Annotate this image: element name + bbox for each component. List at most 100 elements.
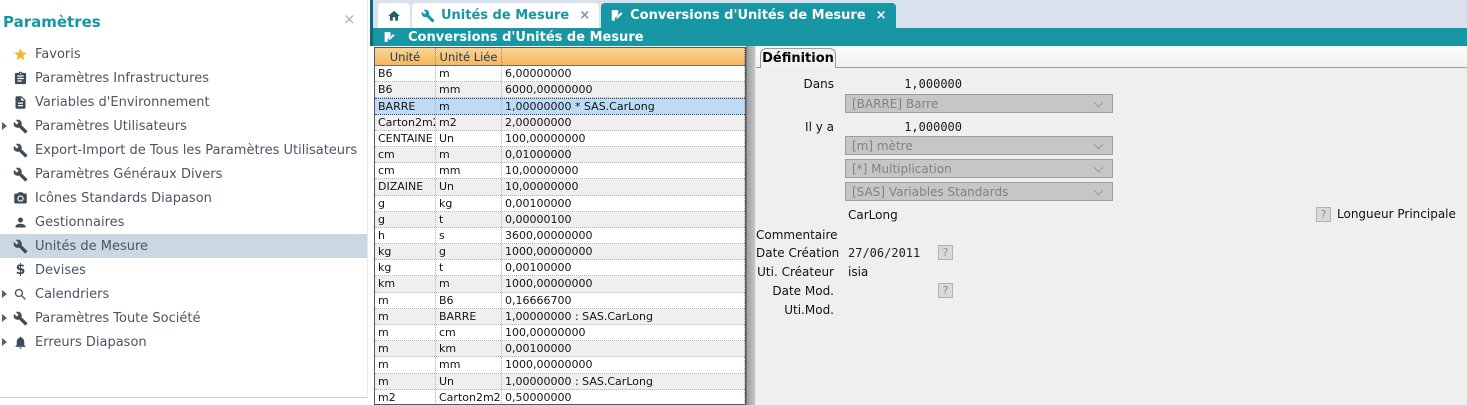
tab-unit-s-de-mesure[interactable]: Unités de Mesure×	[412, 3, 599, 28]
sidebar-item-label: Paramètres Utilisateurs	[35, 119, 187, 134]
table-cell: m	[375, 357, 436, 372]
table-cell: Carton2m2	[375, 115, 436, 130]
star-icon	[13, 47, 28, 62]
table-row[interactable]: mB60,16666700	[375, 293, 745, 309]
definition-tab-strip	[756, 46, 1467, 68]
table-row[interactable]: mcm100,00000000	[375, 325, 745, 341]
home-icon	[387, 9, 401, 23]
panel-splitter[interactable]	[746, 46, 756, 405]
sidebar-item-gestionnaires[interactable]: Gestionnaires	[0, 210, 367, 234]
sidebar-item-param-tres-g-n-raux-divers[interactable]: Paramètres Généraux Divers	[0, 162, 367, 186]
table-row[interactable]: cmmm10,00000000	[375, 163, 745, 179]
table-cell: Un	[436, 179, 502, 194]
table-row[interactable]: hs3600,00000000	[375, 228, 745, 244]
column-header[interactable]: Unité	[375, 48, 436, 65]
table-cell: m	[436, 99, 502, 113]
ilya-label: Il y a	[756, 120, 834, 134]
table-cell: kg	[375, 244, 436, 259]
table-row[interactable]: DIZAINEUn10,00000000	[375, 179, 745, 195]
tab-conversions-d-unit-s-de-mesure[interactable]: Conversions d'Unités de Mesure×	[601, 3, 895, 28]
table-cell: 100,00000000	[502, 325, 745, 340]
sidebar-close-icon[interactable]: ×	[343, 12, 356, 27]
expand-arrow-icon[interactable]	[2, 338, 7, 346]
table-cell: 0,00100000	[502, 260, 745, 275]
table-cell: 1000,00000000	[502, 276, 745, 291]
table-row[interactable]: Carton2m2m22,00000000	[375, 115, 745, 131]
table-cell: B6	[375, 66, 436, 81]
sidebar-item-devises[interactable]: $Devises	[0, 258, 367, 282]
table-row[interactable]: B6m6,00000000	[375, 66, 745, 82]
table-cell: 1,00000000 : SAS.CarLong	[502, 309, 745, 324]
sidebar-item-label: Paramètres Infrastructures	[35, 71, 209, 86]
sidebar-item-label: Unités de Mesure	[35, 239, 148, 254]
tab-home[interactable]	[378, 3, 410, 28]
sidebar-item-variables-d-environnement[interactable]: Variables d'Environnement	[0, 90, 367, 114]
search-icon	[13, 287, 28, 302]
sidebar-item-unit-s-de-mesure[interactable]: Unités de Mesure	[0, 234, 367, 258]
table-cell: mm	[436, 357, 502, 372]
table-row[interactable]: mmm1000,00000000	[375, 357, 745, 373]
sidebar-item-param-tres-utilisateurs[interactable]: Paramètres Utilisateurs	[0, 114, 367, 138]
tab-definition[interactable]: Définition	[760, 48, 836, 68]
column-header[interactable]: Unité Liée	[436, 48, 502, 65]
chevron-down-icon	[1094, 185, 1104, 195]
sidebar-item-export-import-de-tous-les-param-tres-utilisateurs[interactable]: Export-Import de Tous les Paramètres Uti…	[0, 138, 367, 162]
table-row[interactable]: kmm1000,00000000	[375, 276, 745, 292]
definition-panel: Définition Dans 1,000000 [BARRE] Barre I…	[756, 46, 1467, 405]
table-row[interactable]: kgt0,00100000	[375, 260, 745, 276]
operator-combobox[interactable]: [*] Multiplication	[845, 159, 1113, 178]
camera-icon	[13, 191, 28, 206]
sidebar-item-calendriers[interactable]: Calendriers	[0, 282, 367, 306]
table-row[interactable]: CENTAINEUn100,00000000	[375, 131, 745, 147]
sidebar-item-label: Devises	[35, 263, 86, 278]
linked-unit-combobox[interactable]: [m] mètre	[845, 136, 1113, 155]
wrench-icon	[421, 9, 435, 23]
sidebar-item-param-tres-toute-soci-t[interactable]: Paramètres Toute Société	[0, 306, 367, 330]
table-cell: Carton2m2	[436, 390, 502, 405]
close-icon[interactable]: ×	[876, 9, 887, 22]
table-row[interactable]: m2Carton2m20,50000000	[375, 390, 745, 405]
table-cell: B6	[436, 293, 502, 308]
sidebar-item-ic-nes-standards-diapason[interactable]: Icônes Standards Diapason	[0, 186, 367, 210]
table-cell: DIZAINE	[375, 179, 436, 194]
variable-type-combobox[interactable]: [SAS] Variables Standards	[845, 182, 1113, 201]
table-row[interactable]: cmm0,01000000	[375, 147, 745, 163]
table-cell: BARRE	[375, 99, 436, 113]
table-row[interactable]: mBARRE1,00000000 : SAS.CarLong	[375, 309, 745, 325]
table-cell: kg	[436, 196, 502, 211]
table-cell: m	[375, 341, 436, 356]
sidebar-item-favoris[interactable]: Favoris	[0, 42, 367, 66]
unit-combobox[interactable]: [BARRE] Barre	[845, 94, 1113, 113]
table-row[interactable]: gt0,00000100	[375, 212, 745, 228]
expand-arrow-icon[interactable]	[2, 290, 7, 298]
sidebar-item-erreurs-diapason[interactable]: Erreurs Diapason	[0, 330, 367, 354]
table-cell: 6,00000000	[502, 66, 745, 81]
table-row[interactable]: mUn1,00000000 : SAS.CarLong	[375, 374, 745, 390]
sidebar: Paramètres × FavorisParamètres Infrastru…	[0, 0, 368, 398]
table-cell: 1000,00000000	[502, 357, 745, 372]
table-row[interactable]: BARREm1,00000000 * SAS.CarLong	[375, 98, 745, 114]
longueur-principale-label: Longueur Principale	[1337, 207, 1456, 221]
table-row[interactable]: B6mm6000,00000000	[375, 82, 745, 98]
sidebar-item-label: Favoris	[35, 47, 81, 62]
longueur-principale-checkbox[interactable]: ?	[1316, 207, 1331, 222]
sidebar-item-param-tres-infrastructures[interactable]: Paramètres Infrastructures	[0, 66, 367, 90]
date-mod-help-button[interactable]: ?	[938, 283, 953, 298]
sidebar-item-label: Erreurs Diapason	[35, 335, 147, 350]
table-cell: g	[436, 244, 502, 259]
table-cell: m2	[375, 390, 436, 405]
table-row[interactable]: kgg1000,00000000	[375, 244, 745, 260]
close-icon[interactable]: ×	[579, 9, 590, 22]
table-row[interactable]: mkm0,00100000	[375, 341, 745, 357]
table-cell: 3600,00000000	[502, 228, 745, 243]
date-creation-help-button[interactable]: ?	[938, 245, 953, 260]
expand-arrow-icon[interactable]	[2, 314, 7, 322]
column-header[interactable]	[502, 48, 745, 65]
table-cell: m	[436, 276, 502, 291]
table-row[interactable]: gkg0,00100000	[375, 196, 745, 212]
person-icon	[13, 215, 28, 230]
table-cell: 1,00000000 * SAS.CarLong	[502, 99, 745, 113]
expand-arrow-icon[interactable]	[2, 122, 7, 130]
table-cell: 1,00000000 : SAS.CarLong	[502, 374, 745, 389]
wrench-icon	[13, 119, 28, 134]
